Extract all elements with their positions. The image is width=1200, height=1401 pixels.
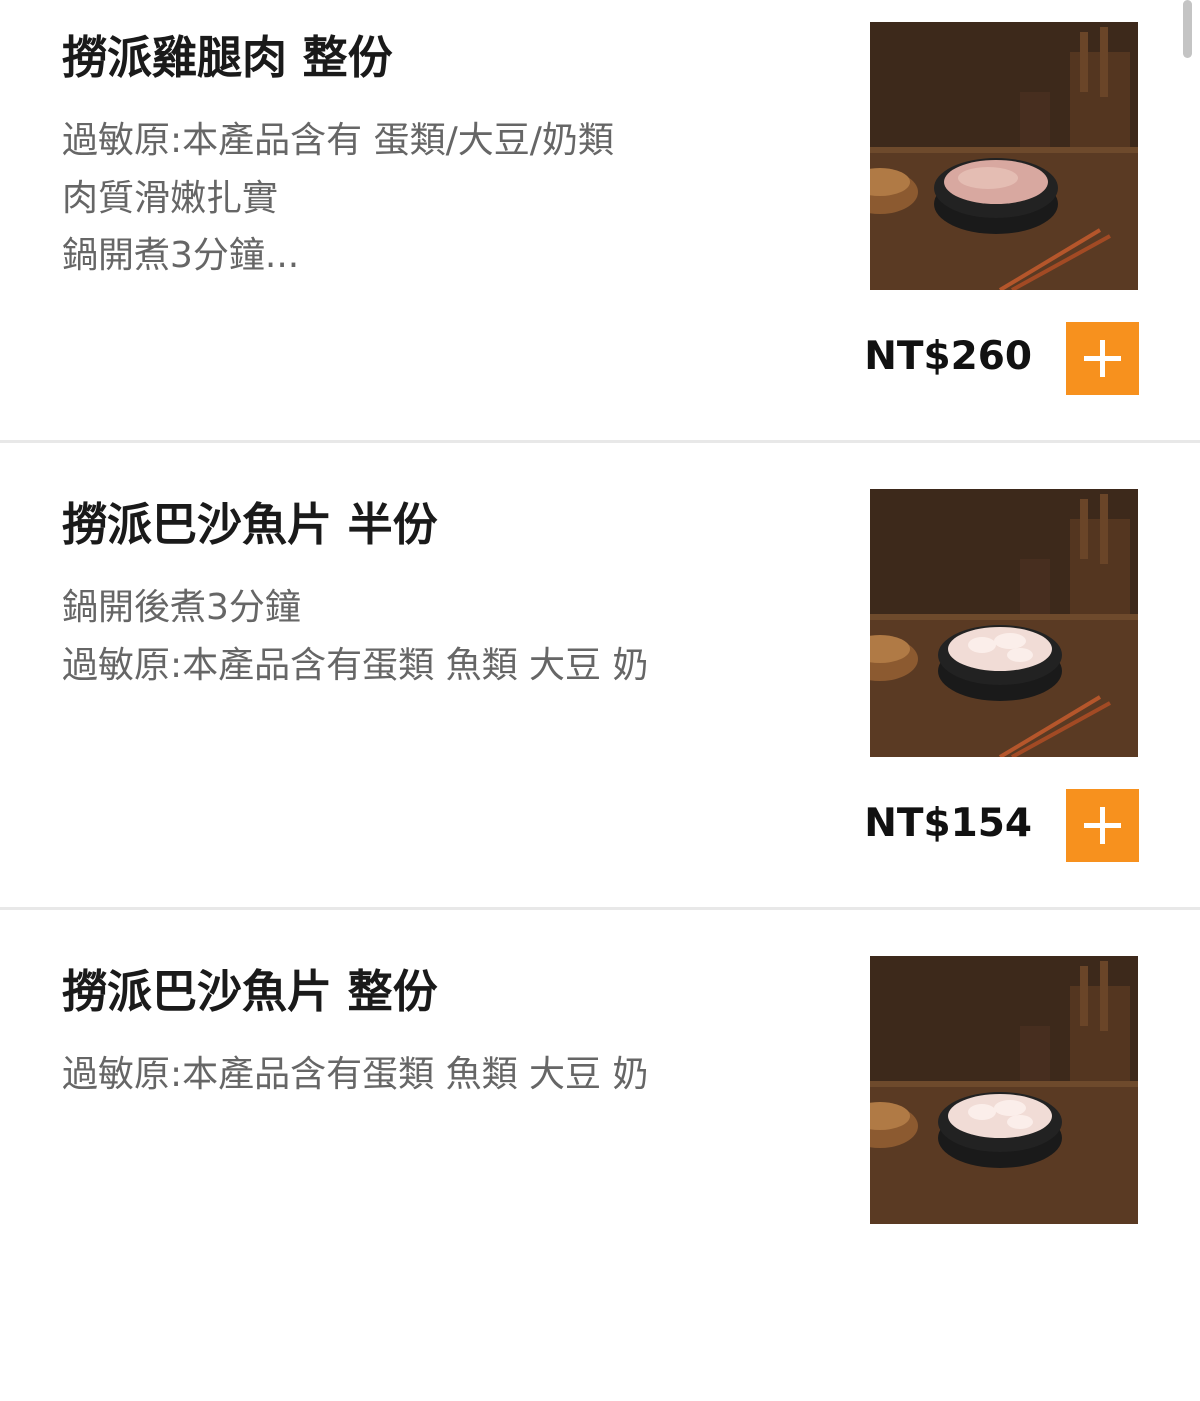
item-description-line: 鍋開後煮3分鐘 xyxy=(62,587,301,628)
plus-icon xyxy=(1084,340,1121,377)
scrollbar[interactable] xyxy=(1183,0,1192,58)
item-name: 撈派雞腿肉 整份 xyxy=(62,31,393,84)
item-description: 鍋開後煮3分鐘 過敏原:本產品含有蛋類 魚類 大豆 奶 xyxy=(62,579,648,694)
divider xyxy=(0,440,1200,443)
item-description-line: 過敏原:本產品含有 蛋類/大豆/奶類 xyxy=(62,120,614,161)
food-photo-graphic xyxy=(870,22,1138,290)
item-price: NT$260 xyxy=(864,334,1032,379)
food-photo-graphic xyxy=(870,489,1138,757)
basa-fish-bowl-photo[interactable] xyxy=(870,489,1138,757)
basa-fish-bowl-photo[interactable] xyxy=(870,956,1138,1224)
food-photo-graphic xyxy=(870,956,1138,1224)
divider xyxy=(0,907,1200,910)
menu-list: 撈派雞腿肉 整份 過敏原:本產品含有 蛋類/大豆/奶類 肉質滑嫩扎實 鍋開煮3分… xyxy=(0,0,1200,1224)
item-name: 撈派巴沙魚片 整份 xyxy=(62,965,438,1018)
add-to-cart-button[interactable] xyxy=(1066,322,1139,395)
item-description-line: 過敏原:本產品含有蛋類 魚類 大豆 奶 xyxy=(62,644,649,686)
menu-item[interactable]: 撈派巴沙魚片 整份 過敏原:本產品含有蛋類 魚類 大豆 奶 xyxy=(0,934,1200,1401)
item-price: NT$154 xyxy=(864,801,1032,846)
item-description: 過敏原:本產品含有 蛋類/大豆/奶類 肉質滑嫩扎實 鍋開煮3分鐘... xyxy=(62,112,614,285)
item-name: 撈派巴沙魚片 半份 xyxy=(62,498,438,551)
menu-item[interactable]: 撈派雞腿肉 整份 過敏原:本產品含有 蛋類/大豆/奶類 肉質滑嫩扎實 鍋開煮3分… xyxy=(0,0,1200,467)
add-to-cart-button[interactable] xyxy=(1066,789,1139,862)
menu-item[interactable]: 撈派巴沙魚片 半份 鍋開後煮3分鐘 過敏原:本產品含有蛋類 魚類 大豆 奶 NT… xyxy=(0,467,1200,934)
item-description-line: 肉質滑嫩扎實 xyxy=(62,177,279,219)
item-description-line: 鍋開煮3分鐘... xyxy=(62,235,300,276)
item-description: 過敏原:本產品含有蛋類 魚類 大豆 奶 xyxy=(62,1046,648,1104)
item-description-line: 過敏原:本產品含有蛋類 魚類 大豆 奶 xyxy=(62,1054,649,1095)
plus-icon xyxy=(1084,807,1121,844)
chicken-thigh-bowl-photo[interactable] xyxy=(870,22,1138,290)
